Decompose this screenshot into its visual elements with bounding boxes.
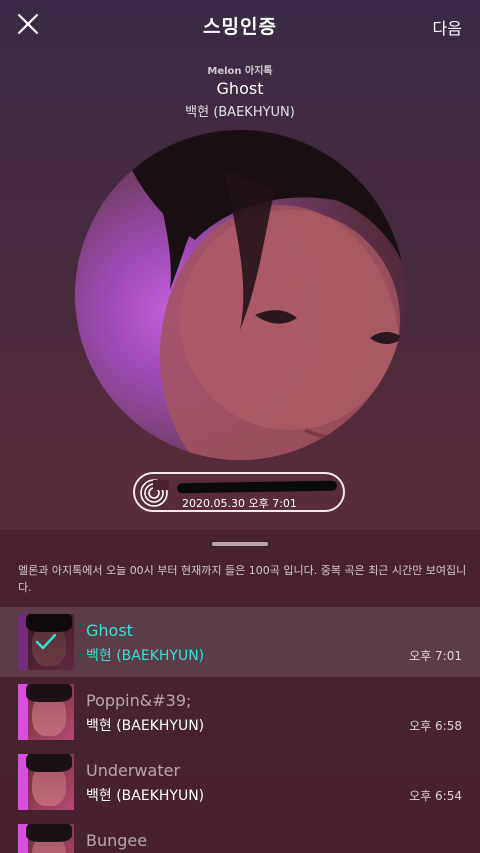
list-item[interactable]: Poppin&#39; 백현 (BAEKHYUN) 오후 6:58 xyxy=(0,677,480,747)
next-button[interactable]: 다음 xyxy=(433,15,462,39)
melon-disc-icon xyxy=(140,479,169,507)
song-title: Ghost xyxy=(86,621,133,640)
played-time: 오후 7:01 xyxy=(409,649,462,663)
played-time: 오후 6:54 xyxy=(409,789,462,803)
top-bar: 스밍인증 다음 xyxy=(0,0,480,52)
song-artist: 백현 (BAEKHYUN) xyxy=(86,788,205,804)
song-artist: 백현 (BAEKHYUN) xyxy=(86,648,205,664)
song-title: Bungee xyxy=(86,831,148,850)
album-art-image xyxy=(115,130,405,460)
album-thumbnail xyxy=(18,614,74,670)
page-title: 스밍인증 xyxy=(203,16,277,38)
list-item[interactable]: Bungee xyxy=(0,817,480,853)
redacted-text xyxy=(176,480,338,494)
history-sheet: 멜론과 아지톡에서 오늘 00시 부터 현재까지 들은 100곡 입니다. 중복… xyxy=(0,530,480,853)
now-playing-artist: 백현 (BAEKHYUN) xyxy=(185,105,295,120)
check-icon xyxy=(35,633,57,650)
song-title: Poppin&#39; xyxy=(86,691,192,710)
album-thumbnail xyxy=(18,824,74,853)
album-thumbnail xyxy=(18,684,74,740)
album-thumbnail xyxy=(18,754,74,810)
history-notice: 멜론과 아지톡에서 오늘 00시 부터 현재까지 들은 100곡 입니다. 중복… xyxy=(18,564,467,594)
timestamp-badge: 2020.05.30 오후 7:01 xyxy=(133,472,345,512)
list-item[interactable]: Underwater 백현 (BAEKHYUN) 오후 6:54 xyxy=(0,747,480,817)
song-title: Underwater xyxy=(86,761,181,780)
brand-label: Melon 아지톡 xyxy=(207,66,273,77)
list-item[interactable]: Ghost 백현 (BAEKHYUN) 오후 7:01 xyxy=(0,607,480,677)
played-time: 오후 6:58 xyxy=(409,719,462,733)
album-art xyxy=(75,130,405,460)
timestamp-text: 2020.05.30 오후 7:01 xyxy=(182,497,297,510)
now-playing-title: Ghost xyxy=(216,79,264,98)
sheet-handle[interactable] xyxy=(212,542,268,546)
song-artist: 백현 (BAEKHYUN) xyxy=(86,718,205,734)
